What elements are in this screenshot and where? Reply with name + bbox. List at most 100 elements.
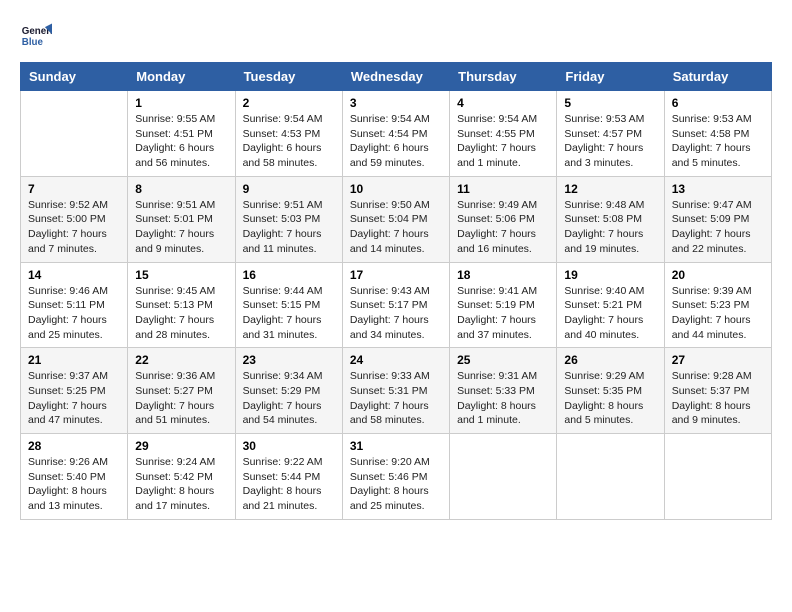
day-number: 28 bbox=[28, 439, 120, 453]
calendar-table: SundayMondayTuesdayWednesdayThursdayFrid… bbox=[20, 62, 772, 520]
day-number: 6 bbox=[672, 96, 764, 110]
calendar-day-cell: 24 Sunrise: 9:33 AMSunset: 5:31 PMDayligh… bbox=[342, 348, 449, 434]
day-number: 3 bbox=[350, 96, 442, 110]
day-number: 14 bbox=[28, 268, 120, 282]
day-info: Sunrise: 9:41 AMSunset: 5:19 PMDaylight:… bbox=[457, 284, 549, 343]
calendar-day-cell: 11 Sunrise: 9:49 AMSunset: 5:06 PMDayligh… bbox=[450, 176, 557, 262]
day-number: 31 bbox=[350, 439, 442, 453]
day-info: Sunrise: 9:48 AMSunset: 5:08 PMDaylight:… bbox=[564, 198, 656, 257]
day-info: Sunrise: 9:37 AMSunset: 5:25 PMDaylight:… bbox=[28, 369, 120, 428]
day-info: Sunrise: 9:40 AMSunset: 5:21 PMDaylight:… bbox=[564, 284, 656, 343]
day-number: 11 bbox=[457, 182, 549, 196]
weekday-header: Thursday bbox=[450, 63, 557, 91]
day-info: Sunrise: 9:54 AMSunset: 4:54 PMDaylight:… bbox=[350, 112, 442, 171]
day-info: Sunrise: 9:24 AMSunset: 5:42 PMDaylight:… bbox=[135, 455, 227, 514]
weekday-row: SundayMondayTuesdayWednesdayThursdayFrid… bbox=[21, 63, 772, 91]
day-info: Sunrise: 9:52 AMSunset: 5:00 PMDaylight:… bbox=[28, 198, 120, 257]
day-number: 8 bbox=[135, 182, 227, 196]
calendar-day-cell: 6 Sunrise: 9:53 AMSunset: 4:58 PMDaylight… bbox=[664, 91, 771, 177]
day-info: Sunrise: 9:31 AMSunset: 5:33 PMDaylight:… bbox=[457, 369, 549, 428]
day-number: 5 bbox=[564, 96, 656, 110]
calendar-day-cell bbox=[21, 91, 128, 177]
day-info: Sunrise: 9:29 AMSunset: 5:35 PMDaylight:… bbox=[564, 369, 656, 428]
calendar-week-row: 21 Sunrise: 9:37 AMSunset: 5:25 PMDayligh… bbox=[21, 348, 772, 434]
calendar-day-cell: 16 Sunrise: 9:44 AMSunset: 5:15 PMDayligh… bbox=[235, 262, 342, 348]
calendar-day-cell: 12 Sunrise: 9:48 AMSunset: 5:08 PMDayligh… bbox=[557, 176, 664, 262]
day-info: Sunrise: 9:55 AMSunset: 4:51 PMDaylight:… bbox=[135, 112, 227, 171]
svg-text:Blue: Blue bbox=[22, 37, 44, 48]
day-number: 19 bbox=[564, 268, 656, 282]
page-header: General Blue bbox=[20, 20, 772, 52]
day-number: 29 bbox=[135, 439, 227, 453]
day-info: Sunrise: 9:45 AMSunset: 5:13 PMDaylight:… bbox=[135, 284, 227, 343]
calendar-day-cell: 4 Sunrise: 9:54 AMSunset: 4:55 PMDaylight… bbox=[450, 91, 557, 177]
calendar-day-cell: 5 Sunrise: 9:53 AMSunset: 4:57 PMDaylight… bbox=[557, 91, 664, 177]
calendar-day-cell: 17 Sunrise: 9:43 AMSunset: 5:17 PMDayligh… bbox=[342, 262, 449, 348]
day-info: Sunrise: 9:33 AMSunset: 5:31 PMDaylight:… bbox=[350, 369, 442, 428]
calendar-day-cell: 7 Sunrise: 9:52 AMSunset: 5:00 PMDaylight… bbox=[21, 176, 128, 262]
calendar-week-row: 1 Sunrise: 9:55 AMSunset: 4:51 PMDaylight… bbox=[21, 91, 772, 177]
day-info: Sunrise: 9:54 AMSunset: 4:53 PMDaylight:… bbox=[243, 112, 335, 171]
day-number: 2 bbox=[243, 96, 335, 110]
calendar-day-cell: 23 Sunrise: 9:34 AMSunset: 5:29 PMDayligh… bbox=[235, 348, 342, 434]
day-info: Sunrise: 9:28 AMSunset: 5:37 PMDaylight:… bbox=[672, 369, 764, 428]
calendar-day-cell: 18Sunrise: 9:41 AMSunset: 5:19 PMDayligh… bbox=[450, 262, 557, 348]
day-number: 17 bbox=[350, 268, 442, 282]
day-number: 27 bbox=[672, 353, 764, 367]
day-number: 24 bbox=[350, 353, 442, 367]
calendar-day-cell: 15Sunrise: 9:45 AMSunset: 5:13 PMDayligh… bbox=[128, 262, 235, 348]
calendar-day-cell: 10 Sunrise: 9:50 AMSunset: 5:04 PMDayligh… bbox=[342, 176, 449, 262]
day-info: Sunrise: 9:26 AMSunset: 5:40 PMDaylight:… bbox=[28, 455, 120, 514]
calendar-day-cell: 8 Sunrise: 9:51 AMSunset: 5:01 PMDaylight… bbox=[128, 176, 235, 262]
day-info: Sunrise: 9:43 AMSunset: 5:17 PMDaylight:… bbox=[350, 284, 442, 343]
day-info: Sunrise: 9:51 AMSunset: 5:03 PMDaylight:… bbox=[243, 198, 335, 257]
calendar-day-cell: 26 Sunrise: 9:29 AMSunset: 5:35 PMDayligh… bbox=[557, 348, 664, 434]
day-info: Sunrise: 9:44 AMSunset: 5:15 PMDaylight:… bbox=[243, 284, 335, 343]
day-info: Sunrise: 9:20 AMSunset: 5:46 PMDaylight:… bbox=[350, 455, 442, 514]
day-info: Sunrise: 9:47 AMSunset: 5:09 PMDaylight:… bbox=[672, 198, 764, 257]
calendar-day-cell: 1 Sunrise: 9:55 AMSunset: 4:51 PMDaylight… bbox=[128, 91, 235, 177]
calendar-day-cell: 28 Sunrise: 9:26 AMSunset: 5:40 PMDayligh… bbox=[21, 434, 128, 520]
weekday-header: Monday bbox=[128, 63, 235, 91]
calendar-day-cell: 27 Sunrise: 9:28 AMSunset: 5:37 PMDayligh… bbox=[664, 348, 771, 434]
day-number: 23 bbox=[243, 353, 335, 367]
calendar-day-cell: 20Sunrise: 9:39 AMSunset: 5:23 PMDayligh… bbox=[664, 262, 771, 348]
day-info: Sunrise: 9:54 AMSunset: 4:55 PMDaylight:… bbox=[457, 112, 549, 171]
calendar-day-cell: 9 Sunrise: 9:51 AMSunset: 5:03 PMDaylight… bbox=[235, 176, 342, 262]
day-info: Sunrise: 9:46 AMSunset: 5:11 PMDaylight:… bbox=[28, 284, 120, 343]
logo: General Blue bbox=[20, 20, 52, 52]
day-number: 26 bbox=[564, 353, 656, 367]
day-number: 1 bbox=[135, 96, 227, 110]
day-number: 16 bbox=[243, 268, 335, 282]
weekday-header: Tuesday bbox=[235, 63, 342, 91]
weekday-header: Wednesday bbox=[342, 63, 449, 91]
day-info: Sunrise: 9:34 AMSunset: 5:29 PMDaylight:… bbox=[243, 369, 335, 428]
calendar-week-row: 28 Sunrise: 9:26 AMSunset: 5:40 PMDayligh… bbox=[21, 434, 772, 520]
calendar-body: 1 Sunrise: 9:55 AMSunset: 4:51 PMDaylight… bbox=[21, 91, 772, 520]
day-info: Sunrise: 9:50 AMSunset: 5:04 PMDaylight:… bbox=[350, 198, 442, 257]
calendar-day-cell: 31 Sunrise: 9:20 AMSunset: 5:46 PMDayligh… bbox=[342, 434, 449, 520]
day-number: 10 bbox=[350, 182, 442, 196]
calendar-day-cell: 25 Sunrise: 9:31 AMSunset: 5:33 PMDayligh… bbox=[450, 348, 557, 434]
day-info: Sunrise: 9:49 AMSunset: 5:06 PMDaylight:… bbox=[457, 198, 549, 257]
calendar-day-cell: 14 Sunrise: 9:46 AMSunset: 5:11 PMDayligh… bbox=[21, 262, 128, 348]
day-number: 12 bbox=[564, 182, 656, 196]
day-number: 25 bbox=[457, 353, 549, 367]
day-info: Sunrise: 9:36 AMSunset: 5:27 PMDaylight:… bbox=[135, 369, 227, 428]
day-number: 20 bbox=[672, 268, 764, 282]
calendar-day-cell: 30Sunrise: 9:22 AMSunset: 5:44 PMDayligh… bbox=[235, 434, 342, 520]
day-number: 4 bbox=[457, 96, 549, 110]
day-number: 9 bbox=[243, 182, 335, 196]
day-number: 21 bbox=[28, 353, 120, 367]
day-info: Sunrise: 9:53 AMSunset: 4:58 PMDaylight:… bbox=[672, 112, 764, 171]
weekday-header: Sunday bbox=[21, 63, 128, 91]
day-info: Sunrise: 9:53 AMSunset: 4:57 PMDaylight:… bbox=[564, 112, 656, 171]
day-number: 13 bbox=[672, 182, 764, 196]
weekday-header: Friday bbox=[557, 63, 664, 91]
day-number: 7 bbox=[28, 182, 120, 196]
calendar-day-cell: 22 Sunrise: 9:36 AMSunset: 5:27 PMDayligh… bbox=[128, 348, 235, 434]
day-info: Sunrise: 9:51 AMSunset: 5:01 PMDaylight:… bbox=[135, 198, 227, 257]
day-number: 30 bbox=[243, 439, 335, 453]
calendar-week-row: 14 Sunrise: 9:46 AMSunset: 5:11 PMDayligh… bbox=[21, 262, 772, 348]
day-number: 22 bbox=[135, 353, 227, 367]
